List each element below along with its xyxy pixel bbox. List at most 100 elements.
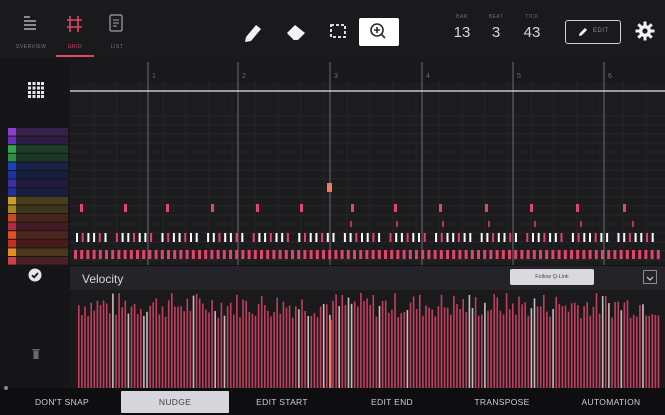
function-dont-snap[interactable]: DON'T SNAP [8,391,116,413]
note [148,250,152,259]
note [166,204,169,212]
settings-button[interactable] [634,20,656,42]
note [204,250,208,259]
follow-qlink-button[interactable]: Follow Q-Link [510,269,594,285]
velocity-bar [434,316,437,388]
function-edit-start[interactable]: EDIT START [228,391,336,413]
note [433,250,437,259]
velocity-bar [508,309,511,388]
velocity-bar [443,307,446,388]
velocity-bar [654,315,657,388]
velocity-bar [657,315,660,388]
track-list[interactable] [0,120,70,265]
note-grid[interactable]: 1 2 3 4 5 6 [70,58,665,265]
function-transpose[interactable]: TRANSPOSE [448,391,556,413]
position-beat[interactable]: BEAT 3 [481,14,511,42]
velocity-bar [124,300,127,388]
marquee-select-icon [330,24,346,38]
velocity-bar [589,315,592,388]
mode-overview-button[interactable]: OVERVIEW [10,4,52,54]
note [501,250,505,259]
pad-view-button[interactable] [26,80,46,100]
velocity-bar [583,306,585,388]
note [167,233,170,242]
mode-list-button[interactable]: LIST [96,4,138,54]
pencil-tool-button[interactable] [240,17,268,45]
note [154,250,158,259]
velocity-lane[interactable] [70,290,665,388]
velocity-bar [158,314,161,388]
velocity-bar [450,314,452,388]
velocity-bar [192,295,195,388]
velocity-bar [301,299,303,388]
velocity-bar [533,298,536,388]
velocity-bar [459,309,461,388]
pads-grid-icon [28,82,44,98]
velocity-bar [332,300,334,388]
velocity-bar [490,309,492,388]
track-name-bar [16,248,68,256]
note [594,250,598,259]
velocity-bar [437,306,440,388]
track-color-swatch [8,153,16,162]
eraser-tool-button[interactable] [282,17,310,45]
trash-icon [32,349,40,359]
velocity-bar [384,300,387,388]
velocity-bar [369,304,371,388]
track-name-bar [16,214,68,222]
velocity-bar [214,311,216,388]
function-nudge[interactable]: NUDGE [121,391,229,413]
velocity-bar [260,296,263,388]
note [464,250,468,259]
note [144,233,147,242]
velocity-bar [518,296,520,388]
velocity-bar [223,315,226,388]
note [571,233,574,242]
velocity-bar [502,314,505,388]
delete-button[interactable] [32,346,40,359]
note [440,233,443,242]
note [315,250,319,259]
velocity-bar [220,302,223,388]
velocity-bar [512,303,514,388]
note [121,233,124,242]
position-bar[interactable]: BAR 13 [447,14,477,42]
velocity-bar [481,314,483,388]
note [350,221,352,227]
note [361,233,363,242]
note [625,250,629,259]
note [222,250,226,259]
velocity-bar [254,315,257,388]
note [457,233,460,242]
note [76,233,78,242]
note [551,250,555,259]
note [469,233,472,242]
velocity-bar [121,307,123,388]
note [74,250,77,259]
zoom-tool-button[interactable] [359,18,399,46]
note [353,250,356,259]
velocity-bar [171,293,173,388]
note [150,233,153,242]
mode-grid-button[interactable]: GRID [54,4,96,54]
track-name-bar [16,153,68,162]
note [446,250,449,259]
note [583,233,586,242]
edit-button[interactable]: EDIT [565,20,621,44]
lane-dropdown-button[interactable] [643,270,657,284]
function-automation[interactable]: AUTOMATION [557,391,665,413]
note [545,250,549,259]
note [514,250,518,259]
note [623,233,626,242]
velocity-bar [310,315,313,388]
position-tick[interactable]: TICK 43 [517,14,547,42]
note [600,233,603,242]
zoom-in-icon [370,23,386,39]
automation-toggle[interactable] [28,268,42,282]
note [412,233,415,242]
function-edit-end[interactable]: EDIT END [338,391,446,413]
select-tool-button[interactable] [324,17,352,45]
velocity-bar [453,295,455,388]
velocity-bar [505,292,508,388]
note [526,250,530,259]
